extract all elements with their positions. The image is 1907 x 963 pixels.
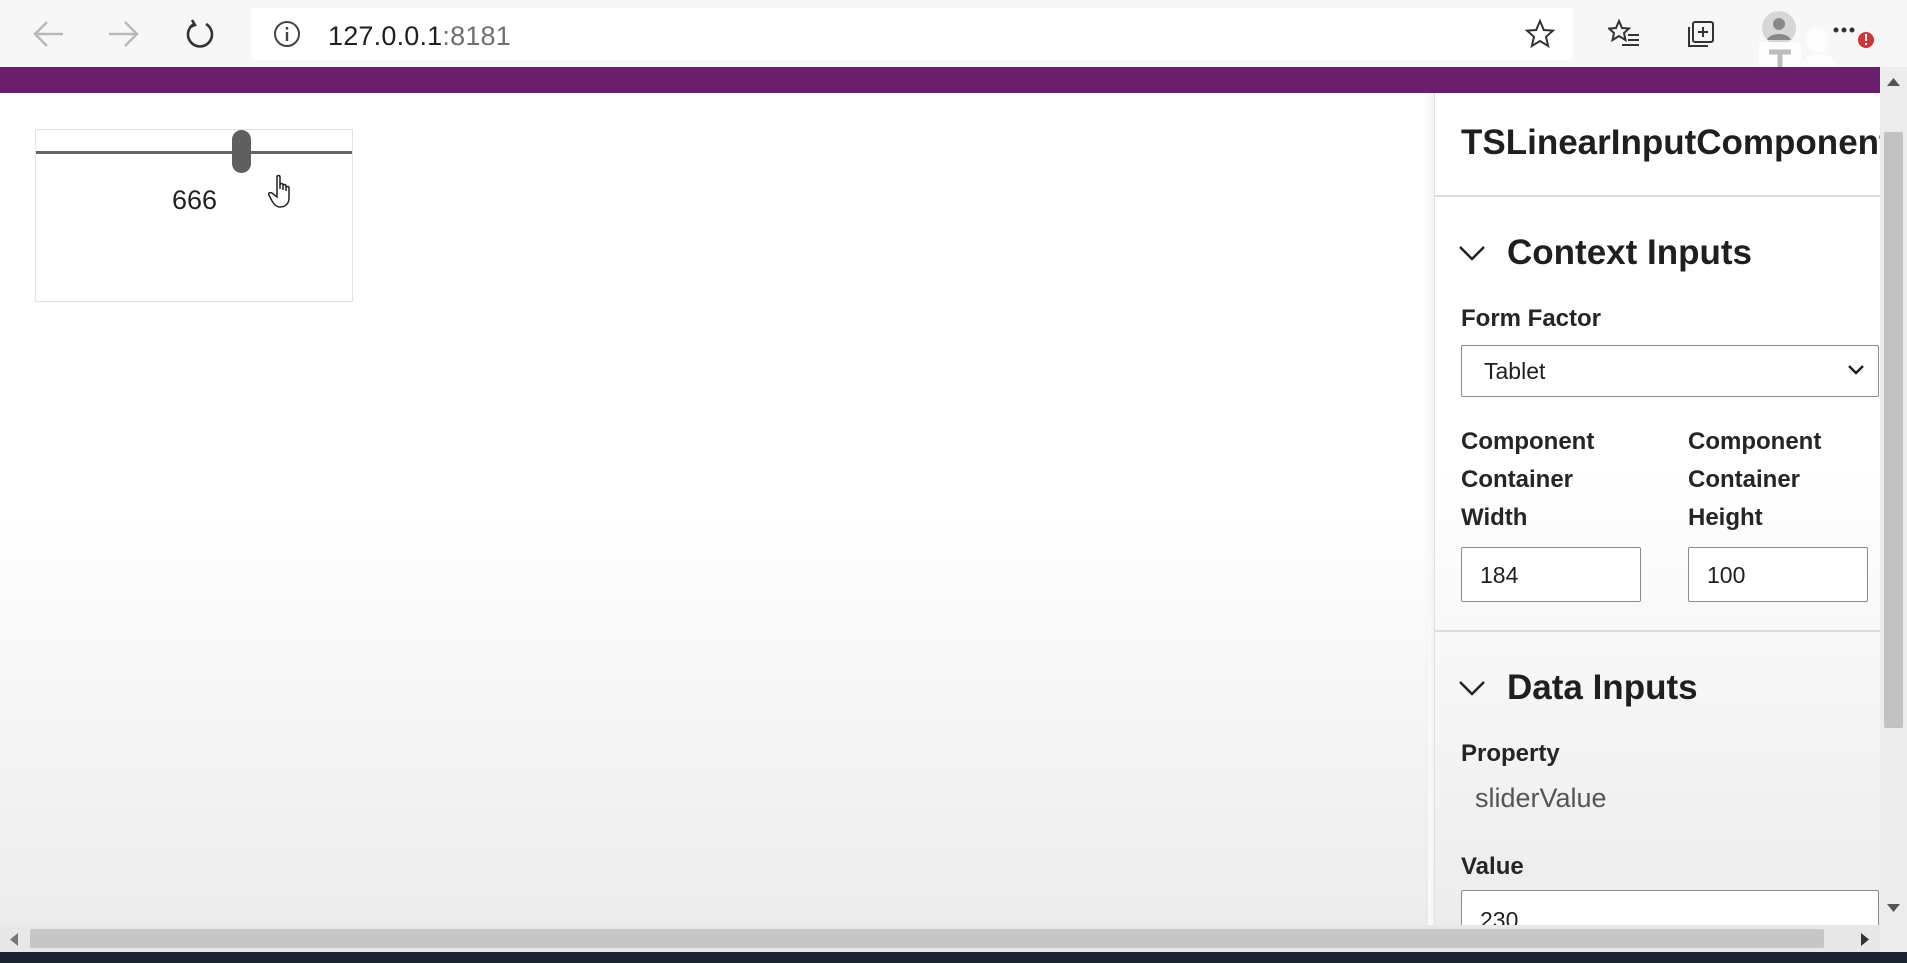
favorites-button[interactable] — [1602, 12, 1646, 56]
refresh-button[interactable] — [178, 12, 222, 56]
address-bar[interactable]: 127.0.0.1:8181 — [251, 8, 1573, 60]
value-input[interactable]: 230 — [1461, 890, 1879, 925]
vertical-scroll-thumb[interactable] — [1884, 132, 1903, 728]
form-factor-label: Form Factor — [1461, 305, 1602, 332]
value-label: Value — [1461, 853, 1524, 880]
forward-button[interactable] — [102, 12, 146, 56]
scroll-corner — [1880, 925, 1907, 952]
scroll-right-icon[interactable] — [1860, 933, 1870, 946]
scroll-left-icon[interactable] — [9, 933, 19, 946]
slider-thumb[interactable] — [232, 130, 251, 173]
chevron-down-icon — [1848, 365, 1864, 375]
container-width-label-line: Width — [1461, 504, 1528, 531]
vertical-scrollbar[interactable] — [1880, 67, 1907, 925]
chevron-down-icon — [1459, 681, 1485, 696]
scroll-down-icon[interactable] — [1887, 903, 1900, 913]
horizontal-scroll-thumb[interactable] — [30, 929, 1824, 948]
container-height-input[interactable]: 100 — [1688, 547, 1868, 602]
value-input-value: 230 — [1480, 907, 1519, 925]
collections-icon — [1688, 21, 1714, 47]
hand-cursor-icon — [268, 174, 290, 208]
container-height-label: Component Container Height — [1688, 423, 1821, 537]
back-arrow-icon — [33, 21, 63, 47]
container-height-label-line: Container — [1688, 466, 1801, 493]
browser-toolbar: 127.0.0.1:8181 — [0, 0, 1907, 96]
container-width-label-line: Container — [1461, 466, 1574, 493]
data-inputs-header[interactable]: Data Inputs — [1457, 668, 1698, 708]
scroll-up-icon[interactable] — [1887, 77, 1900, 87]
url-text: 127.0.0.1:8181 — [328, 21, 511, 52]
component-container: 666 — [35, 129, 353, 302]
container-height-label-line: Component — [1688, 428, 1822, 455]
app-header-bar — [0, 67, 1880, 93]
star-icon[interactable] — [1525, 19, 1555, 49]
property-label: Property — [1461, 740, 1560, 767]
collections-button[interactable] — [1679, 12, 1723, 56]
container-height-value: 100 — [1707, 562, 1746, 588]
chevron-down-icon — [1459, 246, 1485, 261]
context-inputs-header[interactable]: Context Inputs — [1457, 233, 1752, 273]
properties-panel: TSLinearInputComponent Context Inputs Fo… — [1434, 93, 1881, 925]
container-width-label-line: Component — [1461, 428, 1595, 455]
slider-value-label: 666 — [172, 185, 218, 215]
url-host: 127.0.0.1 — [328, 21, 443, 51]
url-port: :8181 — [442, 21, 511, 51]
data-inputs-heading: Data Inputs — [1507, 668, 1698, 707]
refresh-icon — [186, 19, 214, 48]
info-icon — [274, 21, 300, 47]
horizontal-scrollbar[interactable] — [0, 925, 1880, 952]
slider-track[interactable] — [36, 151, 352, 154]
panel-title: TSLinearInputComponent — [1461, 123, 1881, 162]
form-factor-select[interactable]: Tablet — [1461, 345, 1879, 397]
form-factor-value: Tablet — [1484, 358, 1546, 384]
container-height-label-line: Height — [1688, 504, 1763, 531]
favorites-icon — [1608, 19, 1639, 46]
forward-arrow-icon — [109, 21, 139, 47]
container-width-value: 184 — [1480, 562, 1519, 588]
container-width-label: Component Container Width — [1461, 423, 1594, 537]
context-inputs-heading: Context Inputs — [1507, 233, 1752, 272]
divider — [1435, 195, 1881, 197]
container-width-input[interactable]: 184 — [1461, 547, 1641, 602]
property-value: sliderValue — [1475, 783, 1607, 813]
back-button[interactable] — [26, 12, 70, 56]
divider — [1435, 630, 1881, 632]
taskbar-strip — [0, 952, 1907, 963]
